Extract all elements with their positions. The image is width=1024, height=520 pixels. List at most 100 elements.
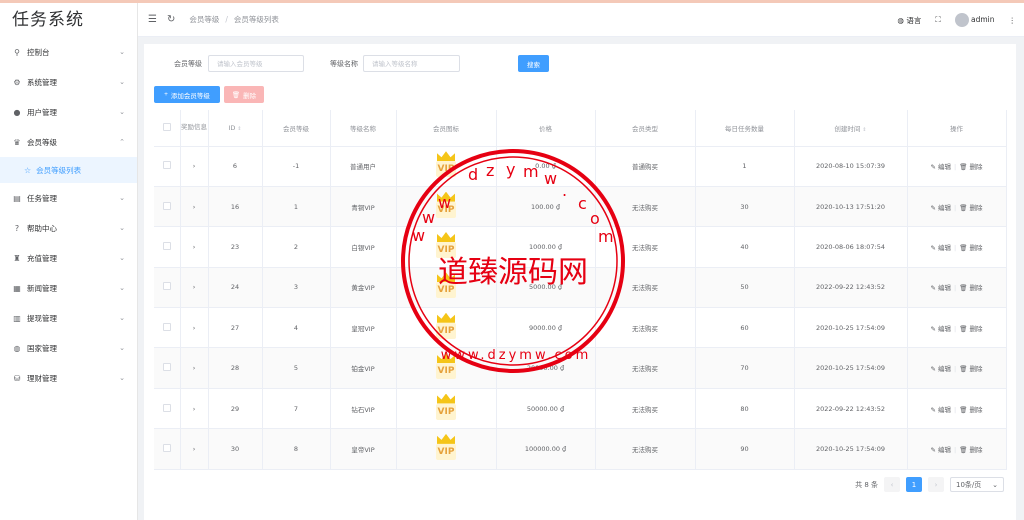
- delete-button[interactable]: 🗑 删除: [959, 244, 982, 252]
- chevron-down-icon: ⌄: [119, 314, 125, 322]
- edit-button[interactable]: ✎ 编辑: [930, 365, 951, 373]
- edit-button[interactable]: ✎ 编辑: [930, 325, 951, 333]
- sidebar-subitem-member-level-list[interactable]: ☆ 会员等级列表: [0, 157, 137, 183]
- edit-button[interactable]: ✎ 编辑: [930, 406, 951, 414]
- row-checkbox[interactable]: [162, 282, 171, 291]
- row-checkbox[interactable]: [162, 241, 171, 250]
- delete-label: 删除: [969, 324, 983, 333]
- chevron-right-icon[interactable]: ›: [193, 162, 196, 170]
- chevron-down-icon: ⌄: [119, 78, 125, 86]
- expand-cell: ›: [180, 388, 209, 430]
- sidebar-item-dashboard[interactable]: ⚲ 控制台 ⌄: [0, 37, 137, 67]
- user-menu[interactable]: admin: [954, 13, 995, 27]
- icon-cell: VIP: [396, 226, 497, 268]
- vip-crown-icon: VIP: [433, 272, 459, 300]
- column-header[interactable]: 创建时间 ⇕: [794, 110, 908, 147]
- sidebar-item-recharge[interactable]: ♜ 充值管理 ⌄: [0, 243, 137, 273]
- breadcrumb-item[interactable]: 会员等级: [189, 14, 219, 25]
- sidebar-item-country[interactable]: ◍ 国家管理 ⌄: [0, 333, 137, 363]
- edit-button[interactable]: ✎ 编辑: [930, 204, 951, 212]
- row-checkbox[interactable]: [162, 443, 171, 452]
- page-size-select[interactable]: 10条/页 ⌄: [950, 477, 1004, 492]
- chevron-right-icon[interactable]: ›: [193, 203, 196, 211]
- crown-shape: [437, 191, 455, 202]
- id-cell: 24: [208, 267, 263, 309]
- chevron-down-icon: ⌄: [119, 284, 125, 292]
- sidebar-item-member-level[interactable]: ♛ 会员等级 ⌃: [0, 127, 137, 157]
- select-all-checkbox[interactable]: [162, 122, 171, 131]
- sidebar-item-users[interactable]: ● 用户管理 ⌄: [0, 97, 137, 127]
- chevron-right-icon[interactable]: ›: [193, 243, 196, 251]
- trash-icon: 🗑: [959, 163, 968, 172]
- sidebar-item-label: 会员等级: [27, 137, 57, 147]
- price-cell: 1000.00 ₫: [496, 226, 596, 268]
- vip-crown-icon: VIP: [433, 231, 459, 260]
- sidebar-item-news[interactable]: ▦ 新闻管理 ⌄: [0, 273, 137, 303]
- sort-icon[interactable]: ⇕: [862, 127, 866, 133]
- next-page-button[interactable]: ›: [928, 477, 944, 492]
- edit-button[interactable]: ✎ 编辑: [930, 163, 951, 171]
- row-checkbox[interactable]: [162, 363, 171, 372]
- vip-icon-text: VIP: [436, 403, 456, 420]
- vip-crown-icon: VIP: [433, 151, 459, 179]
- member-level-table: 奖励信息 ID ⇕ 会员等级 等级名称 会员图标 价格 会员类型 每日任务数量 创…: [154, 110, 1007, 470]
- icon-cell: VIP: [396, 146, 497, 187]
- level-cell: 7: [262, 388, 331, 430]
- row-checkbox[interactable]: [162, 322, 171, 331]
- sidebar-item-withdraw[interactable]: ▥ 提现管理 ⌄: [0, 303, 137, 333]
- row-checkbox[interactable]: [162, 201, 171, 210]
- chevron-down-icon: ⌄: [119, 194, 125, 202]
- add-level-button[interactable]: + 添加会员等级: [154, 86, 220, 103]
- table-row: › 27 4 皇冠VIP VIP 9000.00 ₫ 无法购买 60 2020-10-25 17…: [154, 307, 1007, 349]
- edit-button[interactable]: ✎ 编辑: [930, 244, 951, 252]
- created-time-cell: 2020-10-25 17:54:09: [794, 428, 908, 470]
- chevron-right-icon[interactable]: ›: [193, 324, 196, 332]
- username: admin: [971, 15, 995, 24]
- delete-button[interactable]: 🗑 删除: [959, 325, 982, 333]
- delete-button[interactable]: 🗑 删除: [959, 163, 982, 171]
- member-type-cell: 无法购买: [595, 307, 696, 349]
- row-select-cell: [154, 347, 181, 389]
- delete-label: 删除: [969, 163, 983, 172]
- vip-icon-text: VIP: [436, 363, 456, 380]
- sort-icon[interactable]: ⇕: [237, 126, 241, 132]
- delete-button[interactable]: 🗑 删除: [959, 204, 982, 212]
- chevron-right-icon[interactable]: ›: [193, 364, 196, 372]
- refresh-icon[interactable]: ↻: [167, 14, 175, 25]
- edit-button[interactable]: ✎ 编辑: [930, 284, 951, 292]
- menu-toggle-icon[interactable]: ☰: [148, 14, 157, 25]
- delete-button[interactable]: 🗑 删除: [959, 365, 982, 373]
- member-level-input[interactable]: [208, 55, 304, 72]
- edit-button[interactable]: ✎ 编辑: [930, 446, 951, 454]
- edit-label: 编辑: [937, 284, 951, 293]
- chevron-right-icon[interactable]: ›: [193, 283, 196, 291]
- created-time-cell: 2020-10-13 17:51:20: [794, 186, 908, 228]
- chevron-right-icon[interactable]: ›: [193, 445, 196, 453]
- more-vertical-icon[interactable]: ⋮: [1009, 16, 1017, 25]
- delete-button[interactable]: 🗑 删除: [959, 284, 982, 292]
- row-checkbox[interactable]: [162, 161, 171, 170]
- delete-button[interactable]: 🗑 删除: [959, 406, 982, 414]
- search-button[interactable]: 搜索: [518, 55, 549, 72]
- sidebar-item-system[interactable]: ⚙ 系统管理 ⌄: [0, 67, 137, 97]
- sidebar-item-help[interactable]: ? 帮助中心 ⌄: [0, 213, 137, 243]
- page-number-button[interactable]: 1: [906, 477, 922, 492]
- row-select-cell: [154, 307, 181, 349]
- prev-page-button[interactable]: ‹: [884, 477, 900, 492]
- column-header[interactable]: ID ⇕: [208, 110, 263, 147]
- fullscreen-icon[interactable]: ⛶: [935, 15, 940, 25]
- delete-selected-button[interactable]: 🗑 删除: [224, 86, 264, 103]
- language-switch[interactable]: ◍ 语言: [897, 15, 921, 26]
- sidebar-item-tasks[interactable]: ▤ 任务管理 ⌄: [0, 183, 137, 213]
- chevron-right-icon[interactable]: ›: [193, 405, 196, 413]
- level-name-input[interactable]: [363, 55, 460, 72]
- edit-icon: ✎: [930, 405, 936, 414]
- vip-crown-icon: VIP: [433, 312, 459, 341]
- row-checkbox[interactable]: [162, 403, 171, 412]
- sidebar-item-finance[interactable]: ⛁ 理财管理 ⌄: [0, 363, 137, 393]
- vip-crown-icon: VIP: [433, 353, 459, 381]
- avatar: [954, 13, 969, 27]
- daily-tasks-cell: 50: [695, 267, 795, 309]
- level-name-cell: 钻石VIP: [330, 388, 397, 430]
- delete-button[interactable]: 🗑 删除: [959, 446, 982, 454]
